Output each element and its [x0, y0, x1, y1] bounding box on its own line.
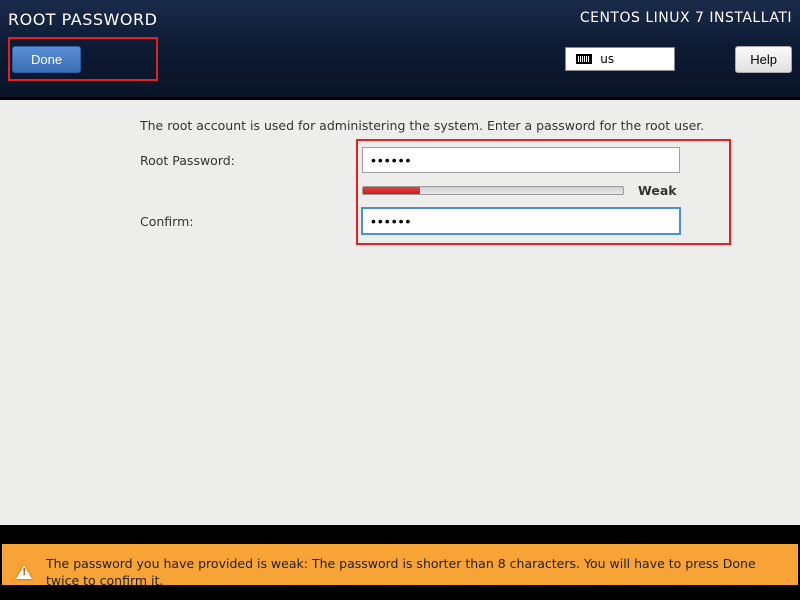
root-password-row: Root Password:	[140, 147, 780, 173]
header-right: us Help	[565, 46, 792, 73]
description-text: The root account is used for administeri…	[140, 118, 780, 133]
password-form: Root Password: Weak Confirm:	[140, 147, 780, 234]
main-content: The root account is used for administeri…	[0, 100, 800, 525]
keyboard-layout-label: us	[600, 52, 614, 66]
confirm-label: Confirm:	[140, 214, 362, 229]
strength-label: Weak	[638, 183, 677, 198]
done-highlight: Done	[8, 37, 158, 81]
confirm-password-input[interactable]	[362, 208, 680, 234]
strength-meter	[362, 186, 624, 195]
done-button[interactable]: Done	[12, 46, 81, 73]
bottom-border	[0, 585, 800, 600]
header-top: ROOT PASSWORD CENTOS LINUX 7 INSTALLATI	[8, 0, 792, 29]
header-bottom: Done us Help	[8, 37, 792, 81]
header-bar: ROOT PASSWORD CENTOS LINUX 7 INSTALLATI …	[0, 0, 800, 100]
keyboard-layout-selector[interactable]: us	[565, 47, 675, 71]
keyboard-icon	[576, 54, 592, 64]
strength-fill	[363, 187, 420, 194]
root-password-label: Root Password:	[140, 153, 362, 168]
confirm-row: Confirm:	[140, 208, 780, 234]
page-title: ROOT PASSWORD	[8, 10, 157, 29]
help-button[interactable]: Help	[735, 46, 792, 73]
root-password-input[interactable]	[362, 147, 680, 173]
installer-title: CENTOS LINUX 7 INSTALLATI	[580, 10, 792, 26]
warning-icon	[16, 565, 32, 579]
strength-row: Weak	[362, 183, 780, 198]
